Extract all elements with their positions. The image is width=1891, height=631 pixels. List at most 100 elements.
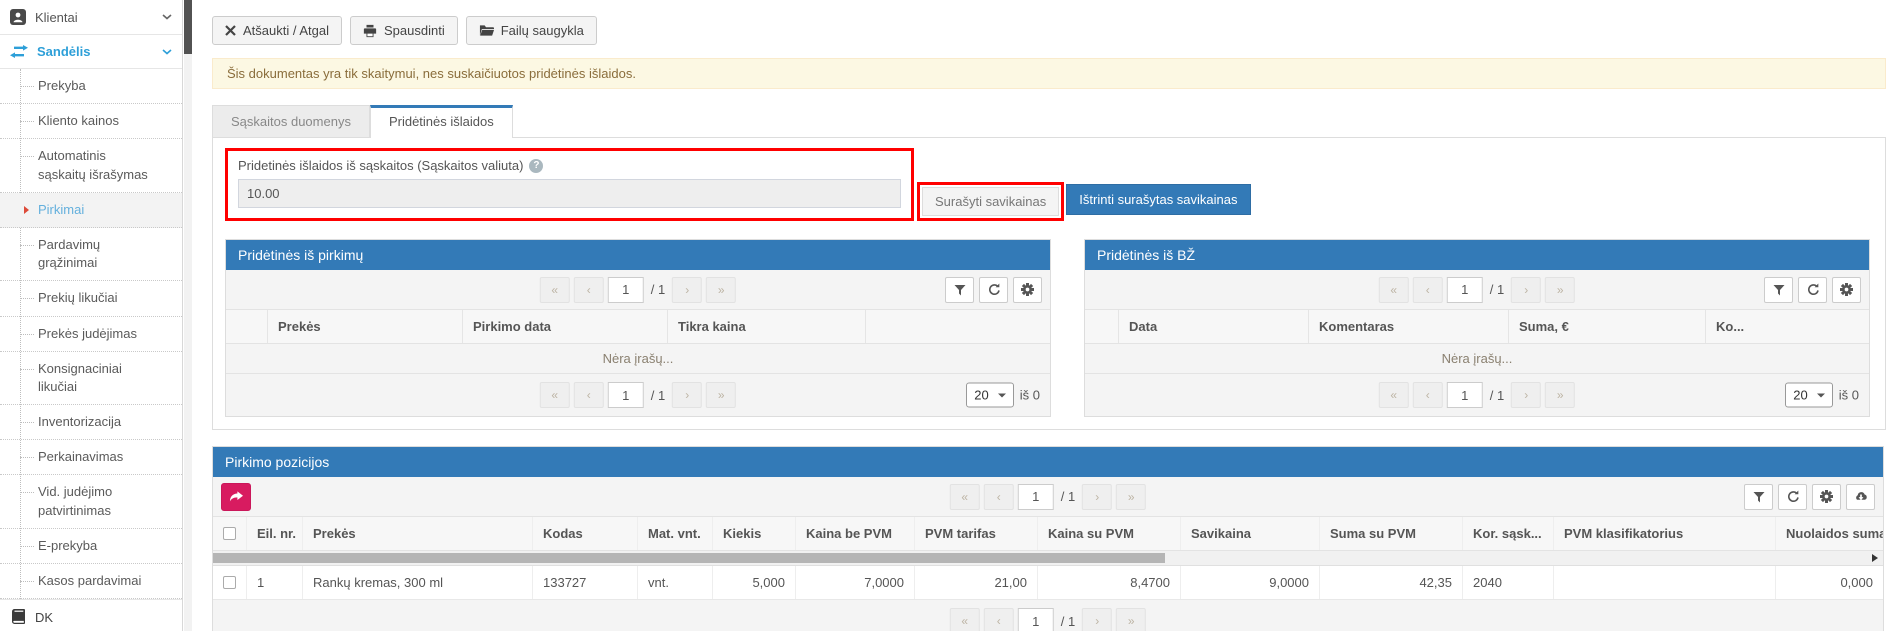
next-page-button[interactable]: ›	[1511, 382, 1541, 408]
page-size-select[interactable]: 20	[966, 383, 1013, 408]
prev-page-button[interactable]: ‹	[1413, 382, 1443, 408]
settings-button[interactable]	[1013, 277, 1042, 303]
last-page-button[interactable]: »	[706, 277, 736, 303]
prev-page-button[interactable]: ‹	[1413, 277, 1443, 303]
column-header[interactable]: Prekės	[268, 310, 463, 343]
current-page-input[interactable]	[1018, 484, 1054, 510]
select-all-checkbox[interactable]	[223, 527, 236, 540]
page-size-select[interactable]: 20	[1785, 383, 1832, 408]
column-header[interactable]: PVM tarifas	[915, 517, 1038, 550]
column-header[interactable]: Tikra kaina	[668, 310, 866, 343]
delete-written-costs-button[interactable]: Ištrinti surašytas savikainas	[1066, 184, 1250, 215]
column-header[interactable]: Komentaras	[1309, 310, 1509, 343]
expense-label: Pridetinės išlaidos iš sąskaitos (Sąskai…	[238, 158, 901, 173]
first-page-button[interactable]: «	[1379, 382, 1409, 408]
column-header[interactable]: Ko...	[1706, 310, 1869, 343]
prev-page-button[interactable]: ‹	[984, 608, 1014, 631]
refresh-button[interactable]	[1798, 277, 1827, 303]
column-header[interactable]: Eil. nr.	[247, 517, 303, 550]
print-button[interactable]: Spausdinti	[350, 16, 458, 45]
column-header[interactable]: Suma, €	[1509, 310, 1706, 343]
download-button[interactable]	[1846, 484, 1875, 510]
sidebar-item-inventorizacija[interactable]: Inventorizacija	[0, 405, 182, 440]
first-page-button[interactable]: «	[540, 382, 570, 408]
column-header[interactable]: Suma su PVM	[1320, 517, 1463, 550]
sidebar-item-konsignaciniai-likuciai[interactable]: Konsignaciniai likučiai	[0, 352, 182, 405]
column-header[interactable]: Nuolaidos suma	[1776, 517, 1883, 550]
column-header[interactable]: Kodas	[533, 517, 638, 550]
first-page-button[interactable]: «	[540, 277, 570, 303]
sidebar-item-prekes-judejimas[interactable]: Prekės judėjimas	[0, 317, 182, 352]
first-page-button[interactable]: «	[950, 608, 980, 631]
write-costs-button[interactable]: Surašyti savikainas	[922, 187, 1059, 216]
sidebar-item-sandelis[interactable]: Sandėlis	[0, 35, 182, 69]
column-header[interactable]: Savikaina	[1181, 517, 1320, 550]
sidebar-item-automatinis-saskaitu-israsymas[interactable]: Automatinis sąskaitų išrašymas	[0, 139, 182, 192]
column-header[interactable]: Kaina be PVM	[796, 517, 915, 550]
refresh-button[interactable]	[1778, 484, 1807, 510]
prev-page-button[interactable]: ‹	[984, 484, 1014, 510]
sidebar-item-pardavimu-grazinimai[interactable]: Pardavimų grąžinimai	[0, 228, 182, 281]
filter-button[interactable]	[1744, 484, 1773, 510]
scrollbar-thumb[interactable]	[213, 553, 1165, 563]
sidebar-item-kasos-pardavimai[interactable]: Kasos pardavimai	[0, 564, 182, 599]
next-page-button[interactable]: ›	[672, 277, 702, 303]
column-header[interactable]: Kaina su PVM	[1038, 517, 1181, 550]
column-header[interactable]: Kiekis	[713, 517, 796, 550]
tab-saskaitos-duomenys[interactable]: Sąskaitos duomenys	[212, 105, 370, 137]
settings-button[interactable]	[1812, 484, 1841, 510]
last-page-button[interactable]: »	[1545, 382, 1575, 408]
current-page-input[interactable]	[1447, 382, 1483, 408]
next-page-button[interactable]: ›	[1511, 277, 1541, 303]
scroll-right-arrow-icon[interactable]	[1872, 554, 1878, 562]
refresh-button[interactable]	[979, 277, 1008, 303]
book-icon	[10, 609, 26, 625]
row-checkbox[interactable]	[223, 576, 236, 589]
first-page-button[interactable]: «	[1379, 277, 1409, 303]
sidebar-item-klientai[interactable]: Klientai	[0, 0, 182, 35]
next-page-button[interactable]: ›	[1082, 608, 1112, 631]
current-page-input[interactable]	[1447, 277, 1483, 303]
prev-page-button[interactable]: ‹	[574, 277, 604, 303]
filter-button[interactable]	[945, 277, 974, 303]
scrollbar-thumb[interactable]	[184, 0, 192, 54]
next-page-button[interactable]: ›	[672, 382, 702, 408]
sidebar-item-pirkimai[interactable]: Pirkimai	[0, 193, 182, 228]
table-row[interactable]: 1 Rankų kremas, 300 ml 133727 vnt. 5,000…	[213, 566, 1883, 600]
sidebar-item-e-prekyba[interactable]: E-prekyba	[0, 529, 182, 564]
horizontal-scrollbar[interactable]	[213, 551, 1883, 566]
sidebar-item-prekyba[interactable]: Prekyba	[0, 69, 182, 104]
current-page-input[interactable]	[1018, 608, 1054, 631]
sidebar-item-vid-judejimo-patvirtinimas[interactable]: Vid. judėjimo patvirtinimas	[0, 475, 182, 528]
settings-button[interactable]	[1832, 277, 1861, 303]
column-header[interactable]: Data	[1119, 310, 1309, 343]
sidebar-item-dk[interactable]: DK	[0, 599, 182, 631]
sidebar-item-kliento-kainos[interactable]: Kliento kainos	[0, 104, 182, 139]
current-page-input[interactable]	[608, 382, 644, 408]
column-header[interactable]: Prekės	[303, 517, 533, 550]
last-page-button[interactable]: »	[1116, 608, 1146, 631]
export-positions-button[interactable]	[221, 483, 251, 511]
last-page-button[interactable]: »	[1116, 484, 1146, 510]
first-page-button[interactable]: «	[950, 484, 980, 510]
current-page-input[interactable]	[608, 277, 644, 303]
expense-amount-input[interactable]	[238, 179, 901, 208]
file-storage-button[interactable]: Failų saugykla	[466, 16, 597, 45]
sidebar-item-perkainavimas[interactable]: Perkainavimas	[0, 440, 182, 475]
prev-page-button[interactable]: ‹	[574, 382, 604, 408]
next-page-button[interactable]: ›	[1082, 484, 1112, 510]
sidebar-scrollbar[interactable]	[184, 0, 192, 631]
column-header[interactable]: PVM klasifikatorius	[1554, 517, 1776, 550]
funnel-icon	[1753, 491, 1765, 503]
last-page-button[interactable]: »	[1545, 277, 1575, 303]
panel-title: Pridėtinės iš BŽ	[1085, 240, 1869, 270]
column-header[interactable]: Pirkimo data	[463, 310, 668, 343]
column-header[interactable]: Kor. sąsk...	[1463, 517, 1554, 550]
column-header[interactable]: Mat. vnt.	[638, 517, 713, 550]
tab-pridetines-islaidos[interactable]: Pridėtinės išlaidos	[370, 105, 513, 138]
last-page-button[interactable]: »	[706, 382, 736, 408]
filter-button[interactable]	[1764, 277, 1793, 303]
cancel-back-button[interactable]: Atšaukti / Atgal	[212, 16, 342, 45]
sidebar-item-prekiu-likuciai[interactable]: Prekių likučiai	[0, 281, 182, 316]
help-icon[interactable]	[529, 159, 543, 173]
